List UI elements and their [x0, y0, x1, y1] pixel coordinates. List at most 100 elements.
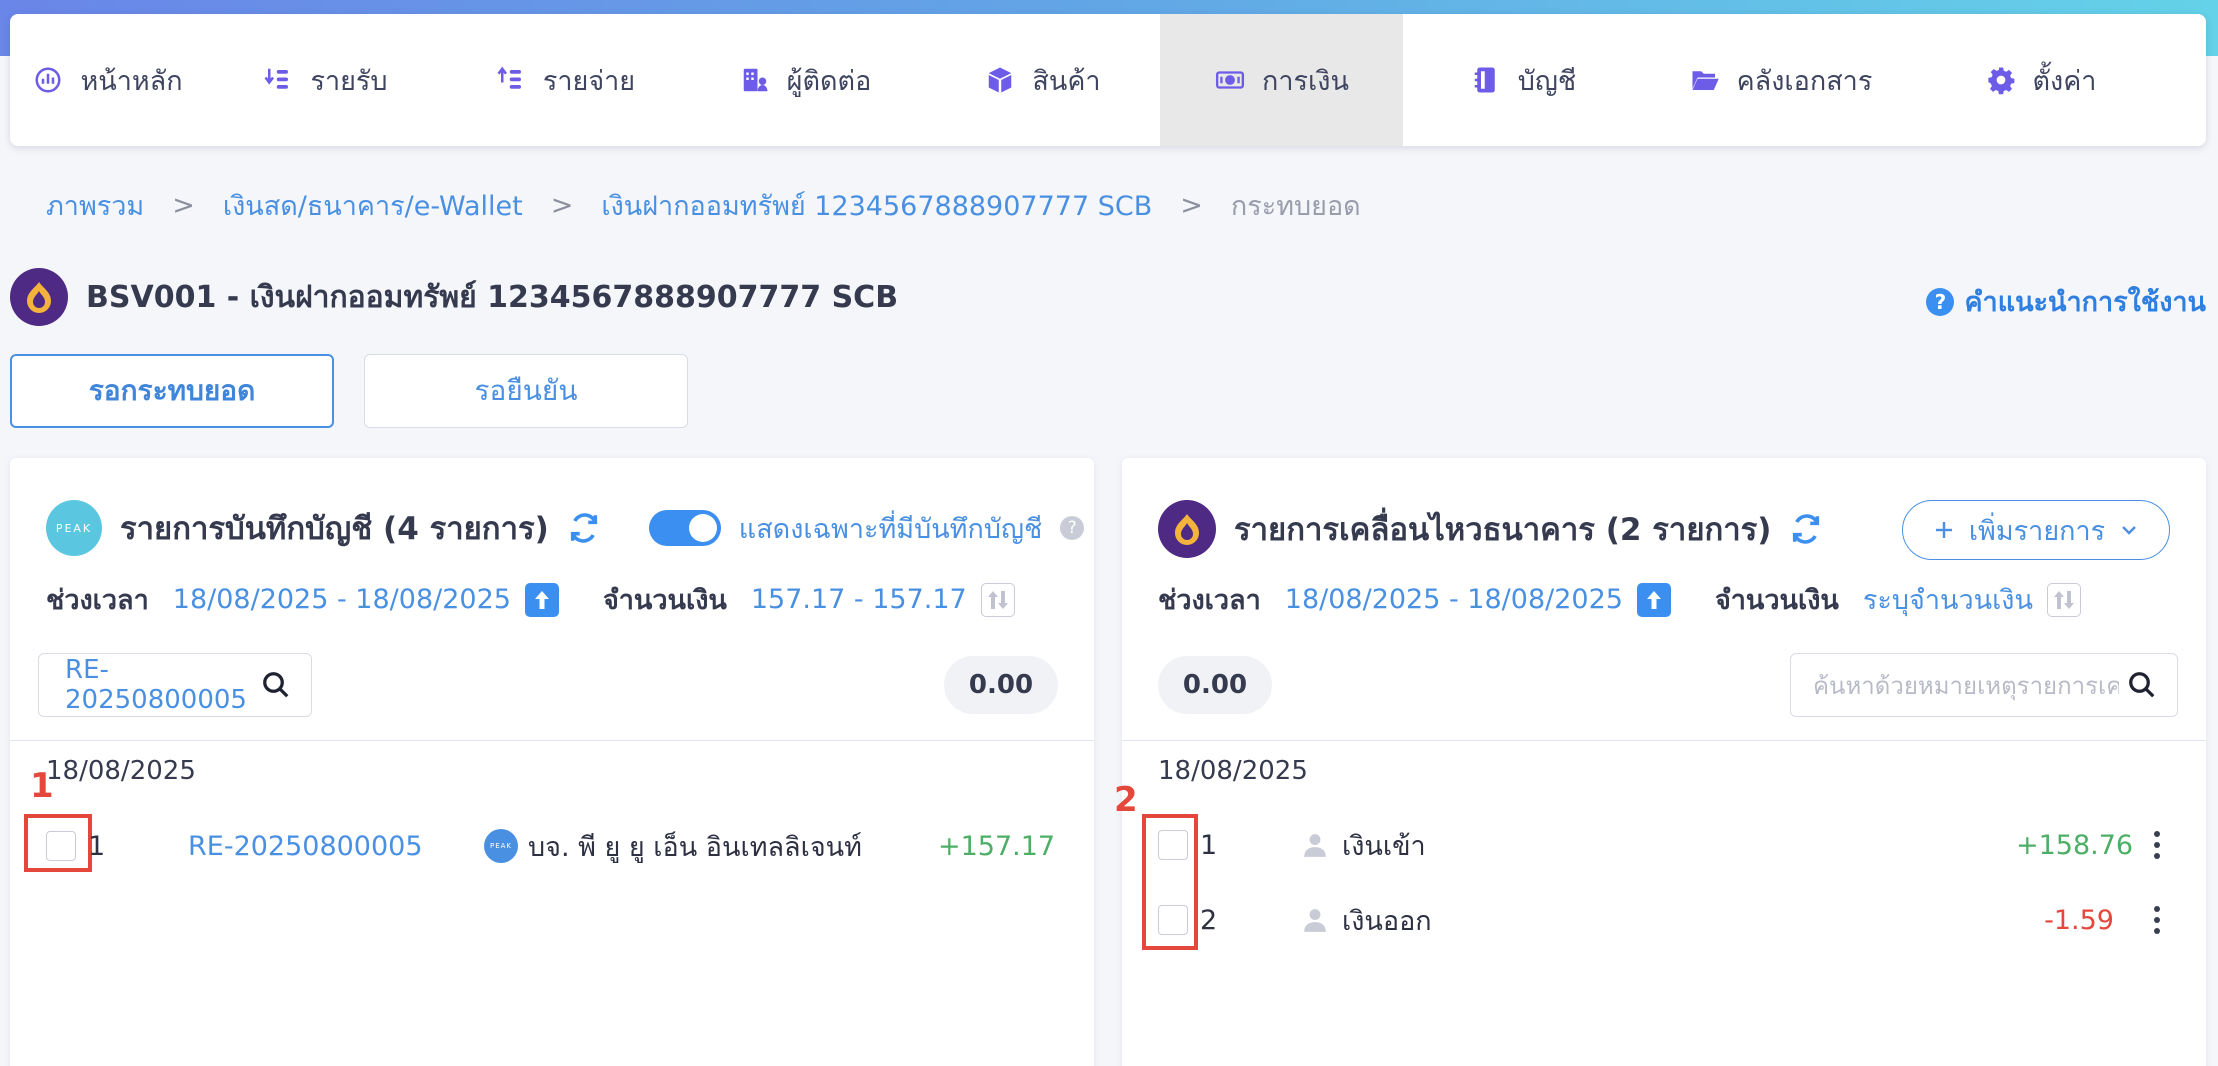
doc-number-link[interactable]: RE-20250800005: [188, 831, 484, 862]
annotation-number: 1: [30, 766, 54, 806]
search-value: RE-20250800005: [65, 655, 247, 715]
row-amount: +158.76: [2016, 829, 2134, 861]
nav-item-products[interactable]: สินค้า: [925, 14, 1160, 146]
contact-name: บจ. พี ยู ยู เอ็น อินเทลลิเจนท์: [528, 831, 862, 863]
refresh-icon[interactable]: [1789, 512, 1823, 546]
nav-label: ผู้ติดต่อ: [786, 65, 872, 97]
period-value[interactable]: 18/08/2025 - 18/08/2025: [173, 584, 511, 615]
panel-title: รายการเคลื่อนไหวธนาคาร (2 รายการ): [1234, 512, 1772, 548]
group-date: 18/08/2025: [46, 756, 196, 786]
plus-icon: [1935, 522, 1952, 538]
filter-row: ช่วงเวลา 18/08/2025 - 18/08/2025 จำนวนเง…: [46, 578, 1015, 621]
panel-title: รายการบันทึกบัญชี (4 รายการ): [120, 511, 549, 547]
nav-item-finance[interactable]: การเงิน: [1160, 14, 1403, 146]
breadcrumb-link-account[interactable]: เงินฝากออมทรัพย์ 1234567888907777 SCB: [601, 184, 1152, 227]
table-row[interactable]: 1 เงินเข้า +158.76: [1158, 825, 2178, 865]
sort-arrows-icon: [987, 590, 1008, 609]
add-transaction-button[interactable]: เพิ่มรายการ: [1902, 500, 2170, 560]
period-value[interactable]: 18/08/2025 - 18/08/2025: [1285, 584, 1623, 615]
toggle-label: แสดงเฉพาะที่มีบันทึกบัญชี: [738, 513, 1043, 545]
dashboard-icon: [32, 64, 64, 96]
help-link[interactable]: ? คำแนะนำการใช้งาน: [1926, 280, 2206, 323]
more-options-icon[interactable]: [2152, 906, 2162, 934]
row-number: 1: [1200, 829, 1218, 861]
row-checkbox[interactable]: [46, 831, 76, 861]
arrow-up-icon: [1646, 590, 1661, 609]
nav-label: คลังเอกสาร: [1736, 65, 1873, 97]
main-navbar: หน้าหลัก รายรับ รายจ่าย ผู้ติดต่อ สินค้า…: [10, 14, 2206, 146]
row-number: 1: [88, 830, 106, 862]
nav-item-home[interactable]: หน้าหลัก: [10, 14, 205, 146]
refresh-icon[interactable]: [567, 511, 601, 545]
nav-item-expense[interactable]: รายจ่าย: [445, 14, 685, 146]
sort-amount-button[interactable]: [980, 582, 1015, 617]
breadcrumb-separator: >: [172, 190, 195, 221]
amount-label: จำนวนเงิน: [602, 585, 727, 616]
help-link-label: คำแนะนำการใช้งาน: [1964, 287, 2206, 318]
tab-pending-confirm[interactable]: รอยืนยัน: [364, 354, 688, 428]
row-checkbox[interactable]: [1158, 830, 1188, 860]
panel-header: PEAK รายการบันทึกบัญชี (4 รายการ) แสดงเฉ…: [46, 500, 1085, 556]
breadcrumb: ภาพรวม > เงินสด/ธนาคาร/e-Wallet > เงินฝา…: [46, 184, 1361, 227]
page-title: BSV001 - เงินฝากออมทรัพย์ 12345678889077…: [86, 279, 899, 315]
sort-amount-button[interactable]: [2046, 582, 2081, 617]
scb-bank-logo: [10, 268, 68, 326]
filter-row: ช่วงเวลา 18/08/2025 - 18/08/2025 จำนวนเง…: [1158, 578, 2081, 621]
transaction-description: เงินเข้า: [1342, 830, 1426, 862]
row-number: 2: [1200, 904, 1218, 936]
nav-item-income[interactable]: รายรับ: [205, 14, 445, 146]
product-box-icon: [984, 64, 1016, 96]
accounting-entries-panel: PEAK รายการบันทึกบัญชี (4 รายการ) แสดงเฉ…: [10, 458, 1094, 1066]
divider: [1122, 740, 2206, 741]
more-options-icon[interactable]: [2152, 831, 2162, 859]
breadcrumb-link-overview[interactable]: ภาพรวม: [46, 184, 144, 227]
question-circle-icon: ?: [1926, 287, 1955, 316]
arrow-up-icon: [534, 590, 549, 609]
nav-item-settings[interactable]: ตั้งค่า: [1918, 14, 2163, 146]
tab-pending-reconcile[interactable]: รอกระทบยอด: [10, 354, 334, 428]
table-row[interactable]: 1 RE-20250800005 PEAK บจ. พี ยู ยู เอ็น …: [46, 826, 1066, 866]
search-placeholder: ค้นหาด้วยหมายเหตุรายการเคลื่อนไหว: [1813, 671, 2119, 700]
bank-transactions-panel: รายการเคลื่อนไหวธนาคาร (2 รายการ) เพิ่มร…: [1114, 458, 2206, 1066]
gear-icon: [1985, 64, 2017, 96]
annotation-number: 2: [1114, 780, 1138, 820]
info-tooltip-icon[interactable]: ?: [1060, 516, 1085, 540]
sort-arrows-icon: [2053, 590, 2074, 609]
show-recorded-only-toggle[interactable]: [648, 510, 721, 546]
search-icon[interactable]: [2127, 670, 2157, 700]
nav-item-documents[interactable]: คลังเอกสาร: [1643, 14, 1918, 146]
search-input[interactable]: ค้นหาด้วยหมายเหตุรายการเคลื่อนไหว: [1790, 653, 2178, 717]
ledger-book-icon: [1470, 64, 1502, 96]
chevron-down-icon: [2122, 526, 2137, 535]
sort-date-button[interactable]: [1636, 582, 1671, 617]
amount-value[interactable]: 157.17 - 157.17: [751, 584, 967, 615]
table-row[interactable]: 2 เงินออก -1.59: [1158, 900, 2178, 940]
folder-icon: [1689, 64, 1721, 96]
amount-label: จำนวนเงิน: [1714, 585, 1839, 616]
peak-logo: PEAK: [46, 500, 102, 556]
amount-value[interactable]: ระบุจำนวนเงิน: [1863, 578, 2033, 621]
row-amount: -1.59: [2044, 904, 2114, 936]
nav-item-contacts[interactable]: ผู้ติดต่อ: [685, 14, 925, 146]
person-icon: [1304, 834, 1326, 857]
row-checkbox[interactable]: [1158, 905, 1188, 935]
add-button-label: เพิ่มรายการ: [1968, 515, 2106, 547]
nav-label: ตั้งค่า: [2032, 65, 2097, 97]
nav-label: รายจ่าย: [542, 65, 636, 97]
panel-header: รายการเคลื่อนไหวธนาคาร (2 รายการ): [1158, 500, 1823, 558]
search-input[interactable]: RE-20250800005: [38, 653, 312, 717]
transaction-description: เงินออก: [1342, 905, 1432, 937]
selected-total: 0.00: [944, 656, 1058, 714]
nav-label: การเงิน: [1262, 65, 1349, 97]
row-amount: +157.17: [938, 830, 1056, 862]
breadcrumb-link-cash-bank[interactable]: เงินสด/ธนาคาร/e-Wallet: [223, 184, 523, 227]
sort-date-button[interactable]: [524, 582, 559, 617]
selected-total: 0.00: [1158, 656, 1272, 714]
search-icon[interactable]: [261, 670, 291, 700]
period-label: ช่วงเวลา: [46, 585, 149, 616]
nav-item-accounting[interactable]: บัญชี: [1403, 14, 1643, 146]
contacts-icon: [739, 64, 771, 96]
breadcrumb-separator: >: [1180, 190, 1203, 221]
contact-logo: PEAK: [484, 829, 518, 863]
nav-label: รายรับ: [310, 65, 388, 97]
